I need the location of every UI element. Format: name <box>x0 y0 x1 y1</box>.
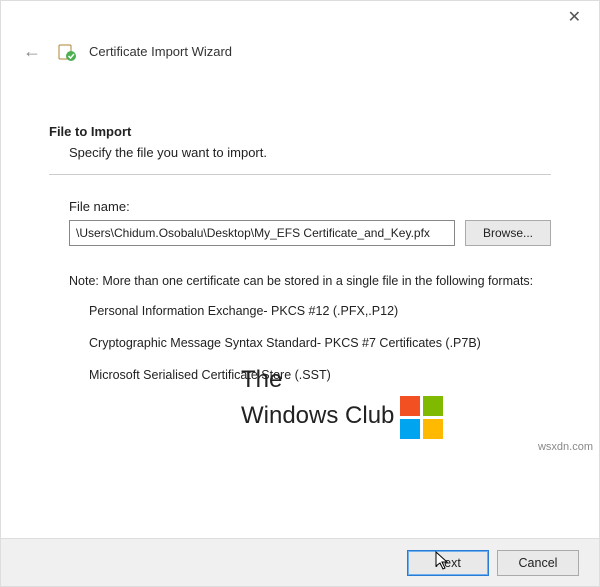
browse-button[interactable]: Browse... <box>465 220 551 246</box>
note-block: Note: More than one certificate can be s… <box>49 246 551 382</box>
watermark-site: wsxdn.com <box>538 441 593 453</box>
wizard-title: Certificate Import Wizard <box>89 44 232 59</box>
note-format-1: Personal Information Exchange- PKCS #12 … <box>69 304 551 318</box>
file-name-input[interactable] <box>69 220 455 246</box>
note-format-2: Cryptographic Message Syntax Standard- P… <box>69 336 551 350</box>
file-name-label: File name: <box>69 199 551 214</box>
watermark-line1: The <box>241 367 443 392</box>
windows-logo-icon <box>400 396 443 439</box>
file-field-group: File name: Browse... <box>49 199 551 246</box>
content-area: File to Import Specify the file you want… <box>1 64 599 382</box>
close-icon[interactable]: ✕ <box>560 5 589 29</box>
header-row: ← Certificate Import Wizard <box>1 33 599 64</box>
note-intro: Note: More than one certificate can be s… <box>69 274 551 288</box>
page-heading: File to Import <box>49 124 551 139</box>
wizard-window: ✕ ← Certificate Import Wizard File to Im… <box>0 0 600 587</box>
watermark-line2: Windows Club <box>241 403 394 428</box>
titlebar: ✕ <box>1 1 599 33</box>
cancel-button[interactable]: Cancel <box>497 550 579 576</box>
divider <box>49 174 551 175</box>
certificate-wizard-icon <box>57 42 77 62</box>
next-button[interactable]: Next <box>407 550 489 576</box>
footer-bar: Next Cancel <box>1 538 599 586</box>
back-arrow-icon[interactable]: ← <box>19 39 45 64</box>
page-subheading: Specify the file you want to import. <box>49 139 551 160</box>
watermark-text-block: The Windows Club <box>241 367 443 439</box>
watermark-logo: The Windows Club <box>241 367 443 439</box>
